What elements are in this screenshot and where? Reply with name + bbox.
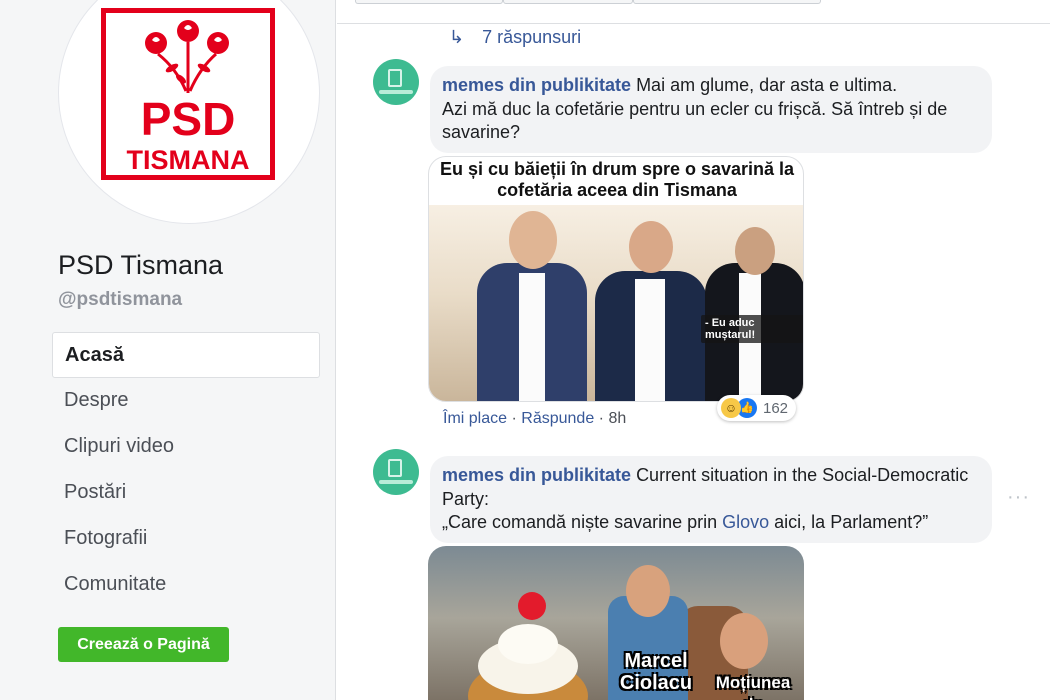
psd-tismana-logo[interactable]: PSD TISMANA xyxy=(101,8,275,180)
meme-quote-label: - Eu aduc muștarul! xyxy=(701,315,803,343)
meme-image-distracted[interactable]: Marcel Ciolacu Moțiunea de xyxy=(428,546,804,700)
nav-item-photos[interactable]: Fotografii xyxy=(52,516,320,562)
reaction-count: 162 xyxy=(763,399,789,417)
avatar-text-strip xyxy=(379,90,413,94)
avatar-logo-icon xyxy=(388,69,402,87)
reactions-summary[interactable]: ☺ 👍 162 xyxy=(717,395,797,421)
page-nav: Acasă Despre Clipuri video Postări Fotog… xyxy=(52,332,320,608)
top-tab[interactable] xyxy=(503,0,633,4)
person-figure xyxy=(589,205,709,401)
comment-quote-after: aici, la Parlament?” xyxy=(769,512,929,532)
comments-feed: ↳ 7 răspunsuri memes din publikitate Mai … xyxy=(337,24,1050,700)
like-link[interactable]: Îmi place xyxy=(443,410,507,427)
glovo-link[interactable]: Glovo xyxy=(722,512,769,532)
logo-text-psd: PSD xyxy=(141,93,236,145)
comment-bubble: memes din publikitate Mai am glume, dar … xyxy=(430,66,992,153)
replies-count-label: 7 răspunsuri xyxy=(482,27,582,47)
meme-caption: Eu și cu băieții în drum spre o savarină… xyxy=(439,159,795,200)
nav-item-videos[interactable]: Clipuri video xyxy=(52,424,320,470)
page-name[interactable]: PSD Tismana xyxy=(58,250,223,281)
comment-text-line2: Azi mă duc la cofetărie pentru un ecler … xyxy=(442,98,948,143)
comment-actions: Îmi place · Răspunde · 8h xyxy=(443,410,627,427)
comment-author[interactable]: memes din publikitate xyxy=(442,465,631,485)
page-sidebar: PSD TISMANA PSD Tismana @psdtismana Acas… xyxy=(0,0,336,700)
comment-time[interactable]: 8h xyxy=(608,410,626,427)
page-handle[interactable]: @psdtismana xyxy=(58,289,182,311)
more-options-icon[interactable]: ··· xyxy=(1007,486,1030,509)
meme-label-ciolacu: Marcel Ciolacu xyxy=(619,650,693,694)
reply-arrow-icon: ↳ xyxy=(449,27,465,47)
top-tab-strip xyxy=(337,0,1050,24)
create-page-button[interactable]: Creează o Pagină xyxy=(58,627,229,662)
avatar-logo-icon xyxy=(388,459,402,477)
comment-author[interactable]: memes din publikitate xyxy=(442,75,631,95)
view-replies-link[interactable]: ↳ 7 răspunsuri xyxy=(449,27,581,48)
haha-reaction-icon: ☺ xyxy=(721,398,741,418)
comment-quote-before: „Care comandă niște savarine prin xyxy=(442,512,723,532)
avatar-text-strip xyxy=(379,480,413,484)
logo-text-tismana: TISMANA xyxy=(127,145,250,175)
person-figure xyxy=(701,205,803,401)
meme-image-savarina[interactable]: Eu și cu băieții în drum spre o savarină… xyxy=(428,156,804,402)
nav-item-community[interactable]: Comunitate xyxy=(52,562,320,608)
comment-text-line1: Mai am glume, dar asta e ultima. xyxy=(636,75,898,95)
avatar[interactable] xyxy=(373,449,419,495)
top-tab[interactable] xyxy=(633,0,821,4)
top-tab[interactable] xyxy=(355,0,503,4)
reply-link[interactable]: Răspunde xyxy=(521,410,594,427)
roses-icon: PSD TISMANA xyxy=(127,20,250,175)
nav-item-posts[interactable]: Postări xyxy=(52,470,320,516)
meme-photo: - Eu aduc muștarul! xyxy=(429,205,803,401)
nav-item-about[interactable]: Despre xyxy=(52,378,320,424)
person-figure xyxy=(471,205,591,401)
meme-label-motiunea: Moțiunea de xyxy=(715,673,791,700)
nav-item-home[interactable]: Acasă xyxy=(52,332,320,378)
avatar[interactable] xyxy=(373,59,419,105)
comment-bubble: memes din publikitate Current situation … xyxy=(430,456,992,543)
